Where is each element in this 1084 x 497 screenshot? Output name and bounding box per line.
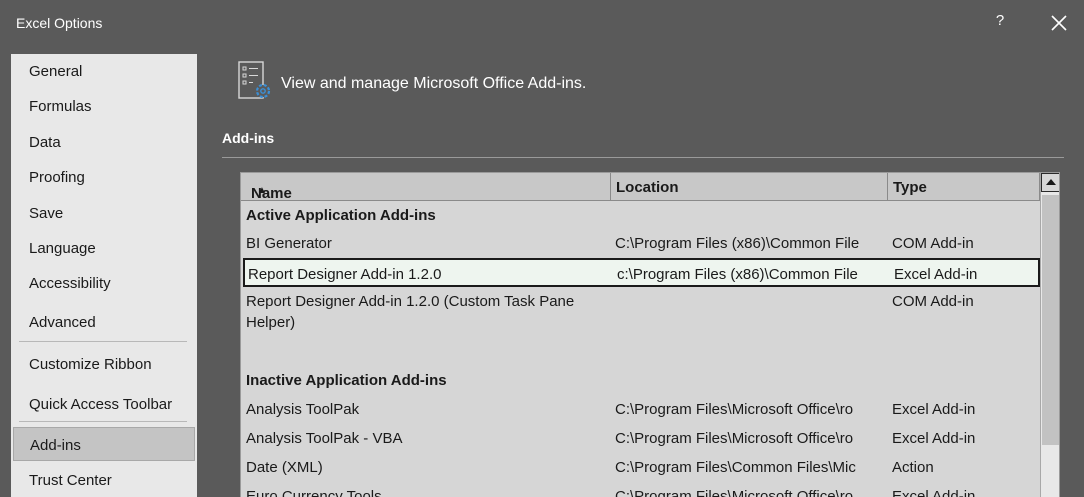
table-row-selected[interactable]: Report Designer Add-in 1.2.0 c:\Program …: [243, 258, 1040, 287]
sidebar-item-label: Add-ins: [30, 437, 81, 454]
sidebar-item-save[interactable]: Save: [11, 196, 197, 230]
sidebar-item-label: Formulas: [29, 98, 92, 115]
cell-name: Euro Currency Tools: [246, 488, 382, 497]
help-button[interactable]: ?: [990, 12, 1010, 34]
column-header-location[interactable]: Location: [611, 173, 888, 201]
scroll-up-arrow-icon[interactable]: [1041, 173, 1059, 192]
scrollbar-thumb[interactable]: [1042, 195, 1059, 445]
sidebar-item-data[interactable]: Data: [11, 125, 197, 159]
table-row[interactable]: BI Generator C:\Program Files (x86)\Comm…: [241, 229, 1040, 258]
sidebar-item-label: Save: [29, 205, 64, 222]
sidebar-divider: [19, 421, 187, 422]
section-divider: [222, 157, 1064, 158]
sidebar-item-trust-center[interactable]: Trust Center: [11, 463, 197, 497]
table-row[interactable]: Analysis ToolPak - VBA C:\Program Files\…: [241, 424, 1040, 453]
cell-name: Report Designer Add-in 1.2.0 (Custom Tas…: [246, 293, 575, 331]
table-scrollbar[interactable]: [1040, 173, 1059, 497]
addins-table: Name ▲ Location Type Active Application A…: [240, 172, 1060, 497]
cell-type: Action: [892, 459, 934, 476]
sidebar-item-accessibility[interactable]: Accessibility: [11, 266, 197, 300]
sidebar-item-formulas[interactable]: Formulas: [11, 89, 197, 123]
cell-type: Excel Add-in: [892, 401, 976, 418]
window-title: Excel Options: [16, 15, 103, 31]
main-panel: View and manage Microsoft Office Add-ins…: [197, 46, 1084, 497]
cell-location: C:\Program Files\Microsoft Office\ro: [615, 488, 854, 497]
sidebar-divider: [19, 341, 187, 342]
table-row[interactable]: Analysis ToolPak C:\Program Files\Micros…: [241, 395, 1040, 424]
cell-location: c:\Program Files (x86)\Common File: [617, 266, 858, 283]
section-title: Add-ins: [222, 130, 275, 146]
sidebar-item-label: Proofing: [29, 169, 85, 186]
column-header-label: Type: [893, 179, 927, 196]
cell-type: COM Add-in: [892, 293, 974, 310]
cell-location: C:\Program Files\Common Files\Mic: [615, 459, 856, 476]
sidebar-item-label: Accessibility: [29, 275, 111, 292]
close-icon: [1051, 15, 1067, 31]
column-header-type[interactable]: Type: [888, 173, 1040, 201]
addins-gear-icon: [237, 61, 273, 101]
title-bar: Excel Options ?: [0, 0, 1084, 46]
cell-type: Excel Add-in: [894, 266, 978, 283]
options-sidebar: General Formulas Data Proofing Save Lang…: [11, 54, 197, 497]
page-heading: View and manage Microsoft Office Add-ins…: [281, 75, 587, 92]
sort-ascending-icon: ▲: [257, 185, 267, 196]
table-row[interactable]: Report Designer Add-in 1.2.0 (Custom Tas…: [241, 287, 1040, 337]
cell-type: Excel Add-in: [892, 430, 976, 447]
sidebar-item-label: Data: [29, 134, 61, 151]
sidebar-item-quick-access-toolbar[interactable]: Quick Access Toolbar: [11, 387, 197, 421]
sidebar-item-add-ins[interactable]: Add-ins: [13, 427, 195, 461]
table-row[interactable]: Euro Currency Tools C:\Program Files\Mic…: [241, 482, 1040, 497]
sidebar-item-label: Trust Center: [29, 472, 112, 489]
cell-location: C:\Program Files (x86)\Common File: [615, 235, 860, 252]
column-header-label: Location: [616, 179, 679, 196]
group-header-inactive: Inactive Application Add-ins: [246, 372, 447, 389]
sidebar-item-general[interactable]: General: [11, 54, 197, 88]
column-header-name[interactable]: Name ▲: [241, 173, 611, 202]
cell-name: Analysis ToolPak: [246, 401, 360, 418]
sidebar-item-advanced[interactable]: Advanced: [11, 305, 197, 339]
sidebar-item-label: Advanced: [29, 314, 96, 331]
group-header-active: Active Application Add-ins: [246, 207, 436, 224]
table-row[interactable]: Date (XML) C:\Program Files\Common Files…: [241, 453, 1040, 482]
sidebar-item-label: General: [29, 63, 83, 80]
cell-name: Analysis ToolPak - VBA: [246, 430, 403, 447]
cell-name: Date (XML): [246, 459, 323, 476]
cell-location: C:\Program Files\Microsoft Office\ro: [615, 401, 854, 418]
cell-name: BI Generator: [246, 235, 332, 252]
sidebar-item-label: Customize Ribbon: [29, 356, 152, 373]
sidebar-item-label: Quick Access Toolbar: [29, 396, 173, 413]
cell-location: C:\Program Files\Microsoft Office\ro: [615, 430, 854, 447]
cell-type: Excel Add-in: [892, 488, 976, 497]
close-button[interactable]: [1046, 10, 1072, 36]
sidebar-item-proofing[interactable]: Proofing: [11, 160, 197, 194]
cell-type: COM Add-in: [892, 235, 974, 252]
sidebar-item-language[interactable]: Language: [11, 231, 197, 265]
sidebar-item-label: Language: [29, 240, 96, 257]
cell-name: Report Designer Add-in 1.2.0: [248, 266, 442, 283]
sidebar-item-customize-ribbon[interactable]: Customize Ribbon: [11, 347, 197, 381]
